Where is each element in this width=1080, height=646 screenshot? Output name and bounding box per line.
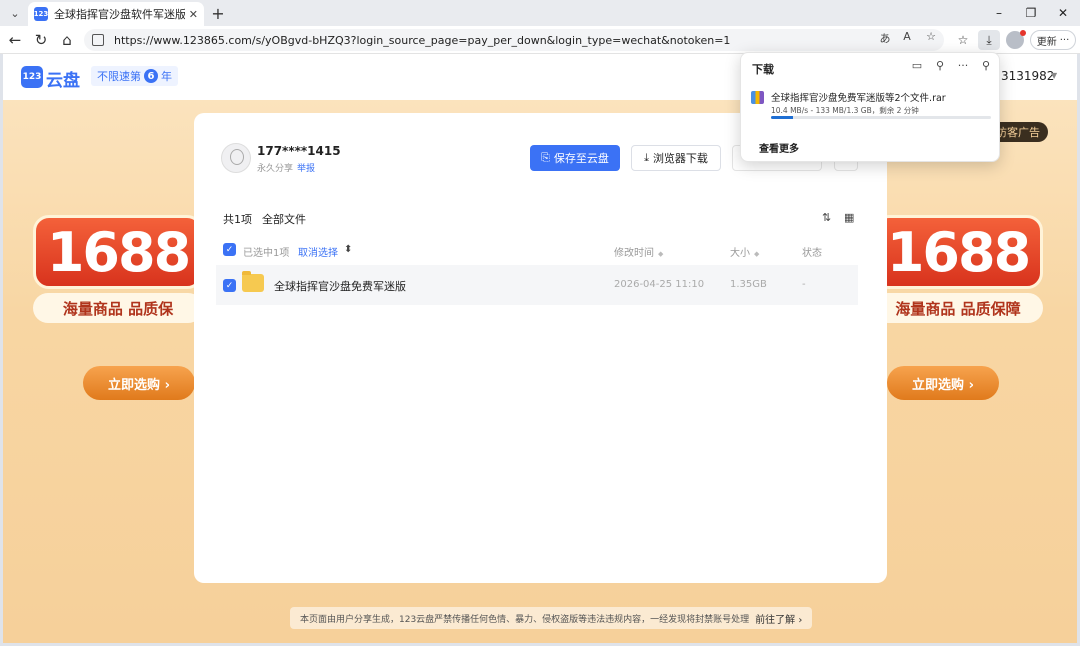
sort-name-icon[interactable]: ⬍: [344, 244, 352, 255]
file-modified: 2026-04-25 11:10: [614, 279, 705, 290]
promo-right[interactable]: 1688 海量商品 品质保障: [873, 215, 1043, 345]
download-button-label: 浏览器下载: [652, 152, 708, 165]
browser-tab[interactable]: 123 全球指挥官沙盘软件军迷版_123云盘 ✕: [28, 2, 204, 26]
more-options-icon[interactable]: ···: [955, 59, 971, 72]
sort-icon: ◆: [754, 250, 760, 258]
download-progress-fill: [771, 116, 793, 119]
download-icon: ⤓: [644, 151, 649, 164]
sort-order-icon[interactable]: ⇅: [822, 211, 831, 224]
update-button[interactable]: 更新 ···: [1030, 30, 1076, 50]
file-name[interactable]: 全球指挥官沙盘免费军迷版: [274, 278, 406, 294]
open-folder-icon[interactable]: ▭: [909, 59, 925, 72]
column-modified-label: 修改时间: [614, 248, 654, 259]
tab-title: 全球指挥官沙盘软件军迷版_123云盘: [54, 8, 185, 21]
column-status: 状态: [802, 248, 822, 259]
browser-download-button[interactable]: ⤓ 浏览器下载: [631, 145, 721, 171]
report-link[interactable]: 举报: [297, 164, 315, 174]
footer-learn-more-link[interactable]: 前往了解 ›: [755, 611, 802, 626]
lock-icon: [92, 34, 104, 46]
table-header: ✓ 已选中1项 取消选择 ⬍ 修改时间 ◆ 大小 ◆ 状态: [216, 237, 856, 263]
home-icon[interactable]: ⌂: [56, 30, 78, 50]
promo-cta-left[interactable]: 立即选购 ›: [83, 366, 195, 400]
file-status: -: [802, 279, 806, 290]
restore-icon[interactable]: ❐: [1016, 3, 1046, 23]
tab-close-icon[interactable]: ✕: [189, 8, 198, 21]
selected-count: 已选中1项: [243, 248, 290, 259]
logo-text[interactable]: 云盘: [46, 66, 80, 91]
sharer-name: 177****1415: [257, 144, 341, 158]
more-dots-icon: ···: [1059, 34, 1070, 46]
download-file-name[interactable]: 全球指挥官沙盘免费军迷版等2个文件.rar: [771, 90, 946, 104]
file-size: 1.35GB: [730, 279, 767, 290]
downloads-title: 下载: [752, 63, 774, 76]
file-count: 共1项: [223, 213, 252, 226]
slogan-text: 不限速第: [97, 70, 141, 83]
promo-cta-right[interactable]: 立即选购 ›: [887, 366, 999, 400]
folder-icon: [242, 271, 264, 292]
rar-file-icon: [751, 91, 764, 104]
row-checkbox[interactable]: ✓: [223, 279, 236, 292]
update-label: 更新: [1036, 36, 1057, 48]
download-progress-bar: [771, 116, 991, 119]
url-text: https://www.123865.com/s/yOBgvd-bHZQ3?lo…: [114, 33, 731, 47]
share-meta: 永久分享 举报: [257, 161, 315, 174]
user-id[interactable]: 3131982: [1001, 69, 1054, 83]
save-icon: ⎘: [541, 151, 550, 164]
downloads-flyout: 下载 ▭ ⚲ ··· ⚲ 全球指挥官沙盘免费军迷版等2个文件.rar 10.4 …: [740, 52, 1000, 162]
window-close-icon[interactable]: ✕: [1048, 3, 1078, 23]
footer-notice-text: 本页面由用户分享生成，123云盘严禁传播任何色情、暴力、侵权盗版等违法违规内容，…: [300, 614, 750, 625]
column-size[interactable]: 大小 ◆: [730, 244, 759, 259]
breadcrumb-all-files[interactable]: 全部文件: [262, 211, 306, 227]
share-card: 177****1415 永久分享 举报 ⎘ 保存至云盘 ⤓ 浏览器下载 共1项 全…: [194, 113, 887, 583]
url-input[interactable]: https://www.123865.com/s/yOBgvd-bHZQ3?lo…: [84, 29, 944, 51]
translate-icon[interactable]: あ: [876, 30, 894, 46]
minimize-icon[interactable]: –: [984, 3, 1014, 23]
promo-number: 1688: [33, 215, 203, 289]
deselect-link[interactable]: 取消选择: [298, 244, 338, 259]
grid-view-icon[interactable]: ▦: [844, 211, 854, 224]
slogan-badge: 不限速第 6 年: [91, 66, 178, 86]
save-to-cloud-button[interactable]: ⎘ 保存至云盘: [530, 145, 620, 171]
refresh-icon[interactable]: ↻: [30, 30, 52, 50]
favorite-star-icon[interactable]: ☆: [922, 30, 940, 43]
user-menu-caret-icon[interactable]: ▼: [1051, 71, 1057, 80]
column-size-label: 大小: [730, 248, 750, 259]
favorites-list-icon[interactable]: ☆: [952, 30, 974, 50]
save-button-label: 保存至云盘: [553, 152, 609, 165]
file-count-row: 共1项 全部文件: [223, 211, 306, 227]
search-icon[interactable]: ⚲: [932, 59, 948, 72]
profile-avatar[interactable]: [1006, 30, 1026, 49]
promo-number: 1688: [873, 215, 1043, 289]
back-arrow-icon[interactable]: ←: [4, 30, 26, 50]
see-more-link[interactable]: 查看更多: [759, 140, 799, 155]
share-duration: 永久分享: [257, 164, 294, 174]
address-bar: ← ↻ ⌂ https://www.123865.com/s/yOBgvd-bH…: [0, 26, 1080, 54]
footer-notice: 本页面由用户分享生成，123云盘严禁传播任何色情、暴力、侵权盗版等违法违规内容，…: [290, 607, 813, 629]
download-status: 10.4 MB/s - 133 MB/1.3 GB，剩余 2 分钟: [771, 106, 919, 115]
sort-icon: ◆: [658, 250, 664, 258]
pin-icon[interactable]: ⚲: [978, 59, 994, 72]
slogan-number: 6: [144, 69, 158, 83]
slogan-suffix: 年: [161, 70, 172, 83]
logo-icon[interactable]: 123: [21, 66, 43, 88]
table-row[interactable]: ✓ 全球指挥官沙盘免费军迷版 2026-04-25 11:10 1.35GB -: [216, 265, 858, 305]
select-all-checkbox[interactable]: ✓: [223, 243, 236, 256]
column-modified[interactable]: 修改时间 ◆: [614, 244, 663, 259]
downloads-icon[interactable]: ⤓: [978, 30, 1000, 50]
promo-subtitle: 海量商品 品质保障: [873, 293, 1043, 323]
browser-tab-bar: ⌄ 123 全球指挥官沙盘软件军迷版_123云盘 ✕ + – ❐ ✕: [0, 0, 1080, 26]
promo-subtitle: 海量商品 品质保: [33, 293, 203, 323]
read-aloud-icon[interactable]: A: [898, 30, 916, 43]
promo-left[interactable]: 1688 海量商品 品质保: [33, 215, 203, 345]
site-favicon-icon: 123: [34, 7, 48, 21]
tab-list-chevron-icon[interactable]: ⌄: [4, 3, 26, 23]
sharer-avatar: [221, 143, 251, 173]
new-tab-plus-icon[interactable]: +: [208, 3, 228, 23]
